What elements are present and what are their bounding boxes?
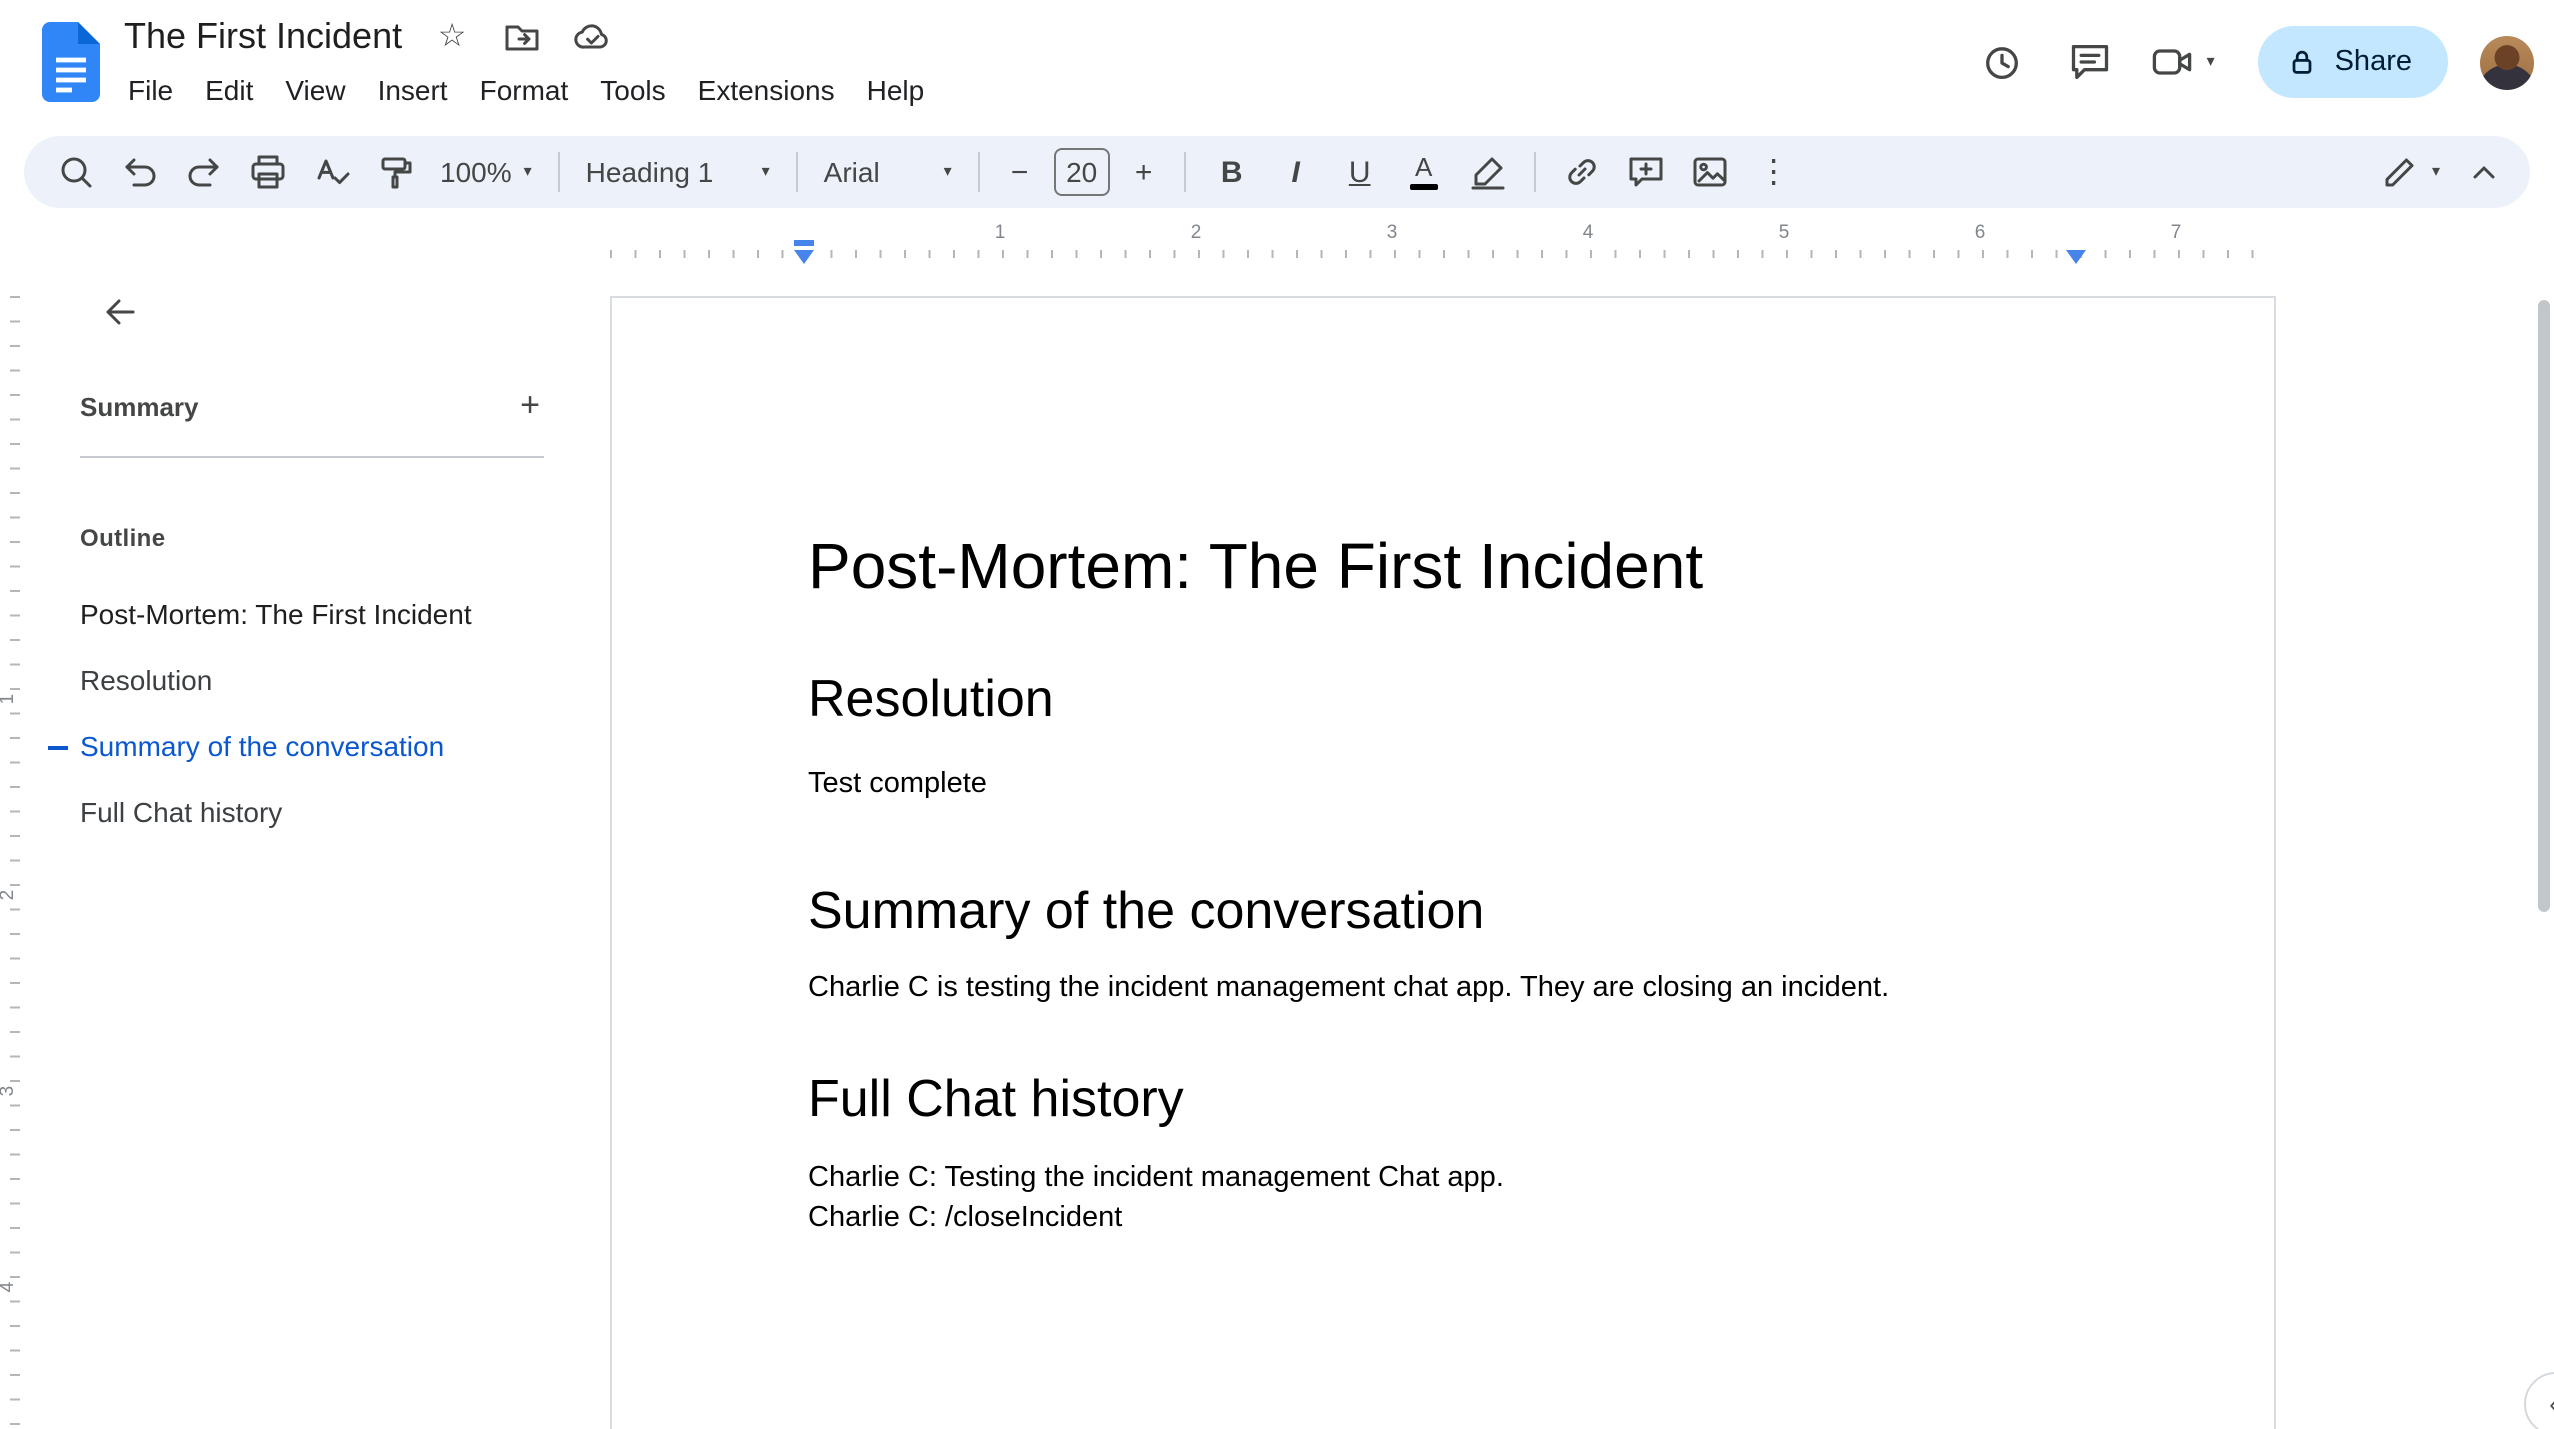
share-button[interactable]: Share [2258,26,2448,98]
bold-button[interactable]: B [1206,146,1258,198]
decrease-font-size-button[interactable]: − [1000,146,1040,198]
search-icon[interactable] [50,146,102,198]
text-color-button[interactable]: A [1398,146,1450,198]
toolbar-separator [1533,152,1536,192]
toolbar-separator [795,152,798,192]
ruler-ticks [610,250,2276,258]
video-camera-icon [2151,40,2195,84]
doc-heading-summary[interactable]: Summary of the conversation [808,877,2078,945]
ruler-ticks [10,296,20,1429]
menu-bar: File Edit View Insert Format Tools Exten… [112,68,940,112]
outline-item-full-chat[interactable]: Full Chat history [26,778,572,844]
chevron-down-icon: ▾ [761,162,770,180]
outline-label: Outline [80,524,166,552]
menu-extensions[interactable]: Extensions [682,68,851,112]
zoom-value: 100% [440,156,512,188]
chevron-down-icon: ▾ [943,162,952,180]
hide-menus-icon[interactable] [2458,146,2510,198]
font-value: Arial [823,156,880,188]
insert-link-icon[interactable] [1556,146,1608,198]
italic-button[interactable]: I [1270,146,1322,198]
doc-paragraph[interactable]: Charlie C: Testing the incident manageme… [808,1157,2078,1198]
right-indent-marker[interactable] [2066,250,2086,264]
more-options-button[interactable]: ⋮ [1748,146,1800,198]
menu-help[interactable]: Help [851,68,941,112]
font-select[interactable]: Arial ▾ [812,146,964,198]
toolbar-separator [1183,152,1186,192]
version-history-icon[interactable] [1975,34,2031,90]
text-color-bar [1409,184,1438,190]
menu-tools[interactable]: Tools [584,68,681,112]
vertical-scrollbar-thumb[interactable] [2538,300,2550,912]
outline-item-post-mortem[interactable]: Post-Mortem: The First Incident [26,580,572,646]
editing-mode-select[interactable]: ▾ [2368,146,2452,198]
redo-icon[interactable] [178,146,230,198]
outline-item-resolution[interactable]: Resolution [26,646,572,712]
doc-paragraph[interactable]: Charlie C is testing the incident manage… [808,969,2078,1010]
font-size-input[interactable]: 20 [1053,148,1110,196]
add-comment-icon[interactable] [1620,146,1672,198]
collapse-panel-button[interactable]: « [2524,1372,2554,1429]
google-docs-app: The First Incident ☆ File Edit View Inse… [0,0,2554,1429]
outline-item-summary[interactable]: Summary of the conversation [26,712,572,778]
move-folder-icon[interactable] [502,17,542,57]
menu-insert[interactable]: Insert [362,68,464,112]
underline-button[interactable]: U [1334,146,1386,198]
menu-file[interactable]: File [112,68,189,112]
comments-icon[interactable] [2063,34,2119,90]
horizontal-ruler: 1 2 3 4 5 6 7 [610,216,2276,268]
pencil-icon [2380,152,2420,192]
zoom-select[interactable]: 100% ▾ [428,146,544,198]
star-icon[interactable]: ☆ [432,17,472,57]
chevron-down-icon: ▾ [523,162,532,180]
menu-view[interactable]: View [269,68,361,112]
doc-paragraph[interactable]: Charlie C: /closeIncident [808,1198,2078,1239]
close-outline-button[interactable] [88,280,152,344]
outline-list: Post-Mortem: The First Incident Resoluti… [26,580,572,844]
highlight-color-icon[interactable] [1462,146,1514,198]
vertical-ruler: 1 2 3 4 [0,216,26,1429]
document-page[interactable]: Post-Mortem: The First Incident Resoluti… [610,296,2276,1429]
paint-format-icon[interactable] [370,146,422,198]
doc-heading-resolution[interactable]: Resolution [808,665,2078,733]
undo-icon[interactable] [114,146,166,198]
join-call-button[interactable]: ▾ [2151,40,2215,84]
toolbar-separator [977,152,980,192]
share-label: Share [2334,46,2412,78]
sidebar-divider [80,456,544,458]
menu-format[interactable]: Format [464,68,585,112]
doc-paragraph[interactable]: Test complete [808,765,2078,806]
summary-label: Summary [80,391,199,421]
lock-icon [2287,46,2319,78]
paragraph-style-select[interactable]: Heading 1 ▾ [574,146,782,198]
left-indent-marker[interactable] [794,250,814,264]
chevron-down-icon: ▾ [2431,162,2440,180]
print-icon[interactable] [242,146,294,198]
increase-font-size-button[interactable]: + [1124,146,1164,198]
avatar[interactable] [2480,35,2534,89]
first-line-indent-marker[interactable] [794,240,814,246]
header: The First Incident ☆ File Edit View Inse… [0,0,2554,124]
doc-heading-title[interactable]: Post-Mortem: The First Incident [808,526,2078,609]
menu-edit[interactable]: Edit [189,68,269,112]
doc-heading-full-chat[interactable]: Full Chat history [808,1066,2078,1134]
add-summary-button[interactable]: + [504,380,556,432]
outline-sidebar: Summary + Outline Post-Mortem: The First… [26,264,572,1429]
docs-logo-icon[interactable] [42,22,100,102]
spellcheck-icon[interactable] [306,146,358,198]
insert-image-icon[interactable] [1684,146,1736,198]
toolbar: 100% ▾ Heading 1 ▾ Arial ▾ − 20 + B I U … [24,136,2530,208]
chevron-down-icon: ▾ [2206,52,2215,70]
paragraph-style-value: Heading 1 [585,156,714,188]
document-title[interactable]: The First Incident [124,16,402,58]
toolbar-separator [557,152,560,192]
cloud-saved-icon[interactable] [572,17,612,57]
